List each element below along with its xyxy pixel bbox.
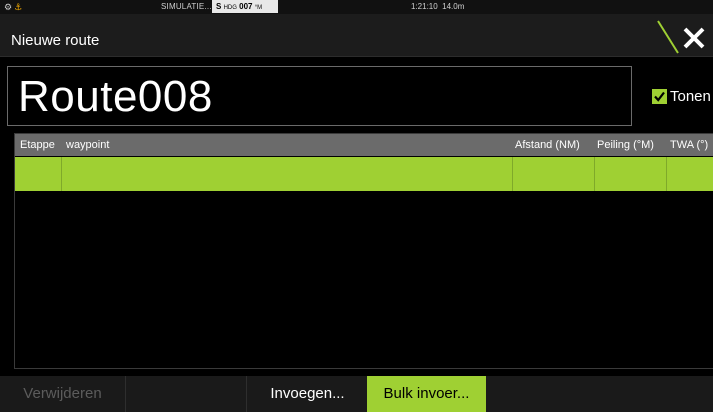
bottom-toolbar: Verwijderen Invoegen... Bulk invoer... — [0, 376, 713, 412]
delete-button[interactable]: Verwijderen — [0, 376, 126, 412]
settings-icon: ⚙ — [4, 2, 13, 12]
column-header-etappe[interactable]: Etappe — [20, 139, 55, 151]
cell-afstand — [513, 157, 595, 191]
cell-twa — [667, 157, 713, 191]
heading-label: HDG — [223, 5, 237, 11]
time-depth-readout: 1:21:10 14.0m — [411, 2, 464, 11]
column-header-afstand[interactable]: Afstand (NM) — [515, 139, 580, 151]
status-bar: ⚙ ⚓ SIMULATIE... S HDG 007 °M 1:21:10 14.… — [0, 0, 713, 14]
close-icon[interactable] — [681, 25, 707, 51]
depth-value: 14.0m — [442, 2, 465, 11]
bulk-insert-button[interactable]: Bulk invoer... — [367, 376, 486, 412]
route-name-value: Route008 — [18, 72, 213, 121]
column-header-twa[interactable]: TWA (°) — [670, 139, 708, 151]
anchor-icon: ⚓ — [14, 2, 23, 12]
title-bar: Nieuwe route — [0, 14, 713, 57]
table-header: Etappe waypoint Afstand (NM) Peiling (°M… — [15, 134, 713, 156]
show-checkbox-label: Tonen — [670, 88, 711, 106]
route-name-field[interactable]: Route008 — [7, 66, 632, 126]
system-icons: ⚙ ⚓ — [4, 2, 22, 12]
heading-value: 007 — [239, 2, 253, 11]
cell-etappe — [15, 157, 62, 191]
clock-time: 1:21:10 — [411, 2, 438, 11]
heading-unit: °M — [254, 5, 263, 11]
checkbox-checked-icon[interactable] — [652, 89, 667, 105]
column-header-waypoint[interactable]: waypoint — [66, 139, 109, 151]
cell-peiling — [595, 157, 667, 191]
empty-softkey — [127, 376, 247, 412]
divider-slash-icon — [657, 20, 679, 54]
cell-waypoint — [62, 157, 513, 191]
heading-prefix: S — [216, 2, 222, 11]
route-table: Etappe waypoint Afstand (NM) Peiling (°M… — [14, 133, 713, 369]
simulation-label: SIMULATIE... — [161, 2, 212, 11]
heading-readout: S HDG 007 °M — [212, 0, 278, 13]
dialog-title: Nieuwe route — [11, 32, 100, 49]
table-row[interactable] — [15, 157, 713, 191]
column-header-peiling[interactable]: Peiling (°M) — [597, 139, 654, 151]
show-checkbox[interactable]: Tonen — [652, 88, 711, 106]
insert-button[interactable]: Invoegen... — [248, 376, 367, 412]
